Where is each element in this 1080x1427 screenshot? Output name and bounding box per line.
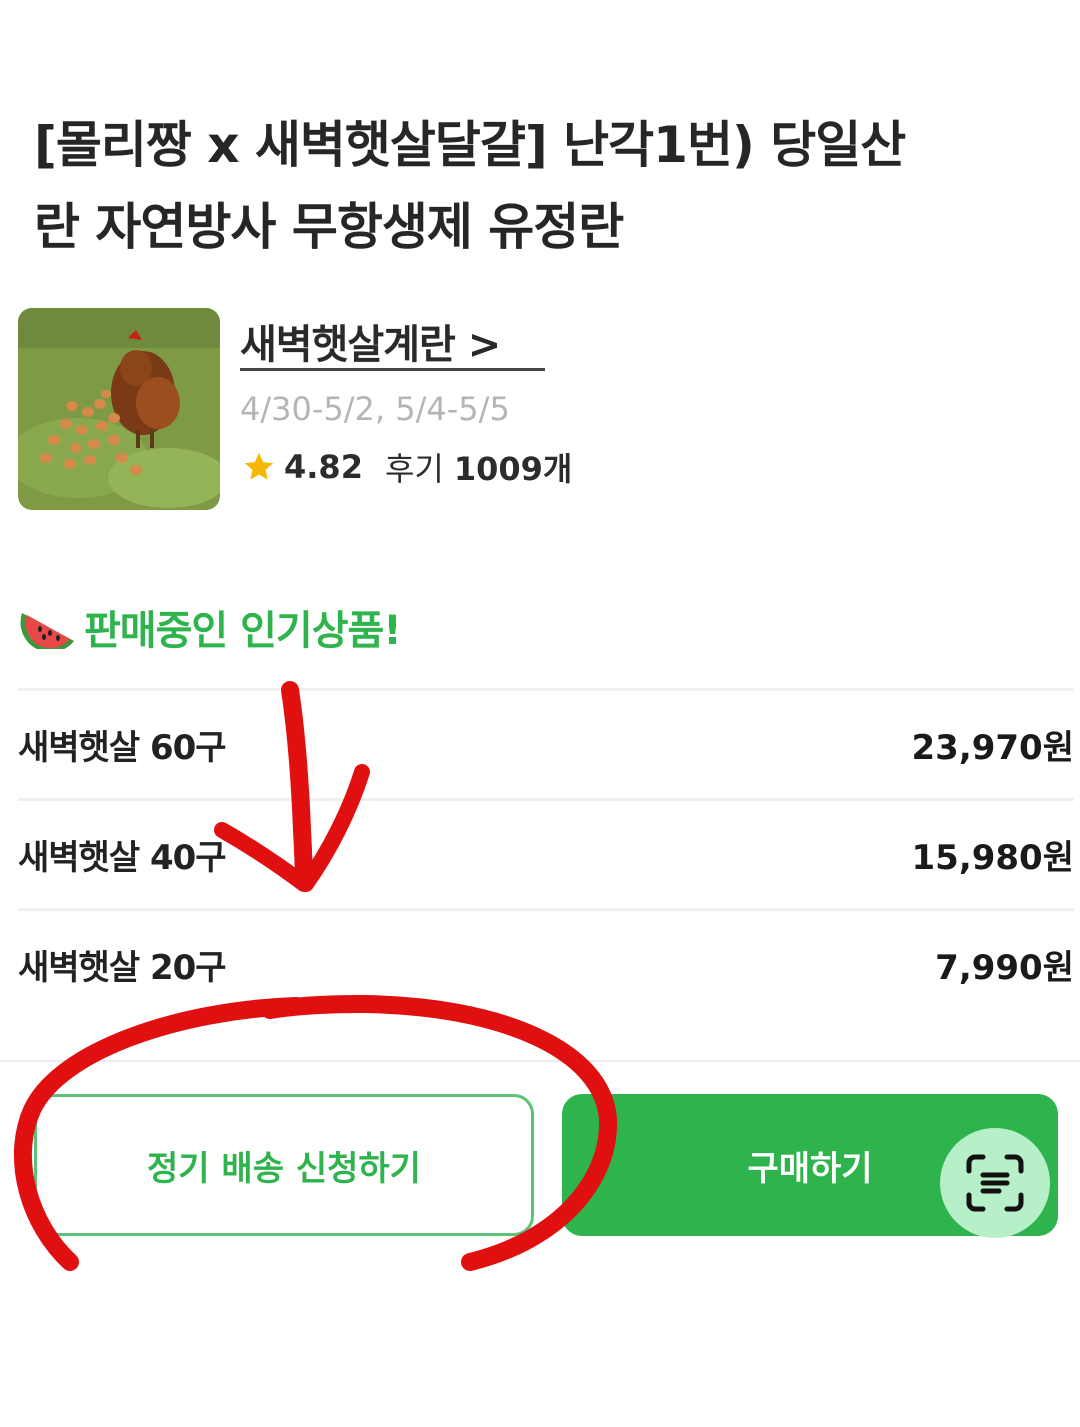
bottom-bar-divider xyxy=(0,1060,1080,1062)
product-name: 새벽햇살 20구 xyxy=(18,948,227,988)
blank-area xyxy=(0,1270,1080,1427)
product-name: 새벽햇살 60구 xyxy=(18,728,227,768)
delivery-dates: 4/30-5/2, 5/4-5/5 xyxy=(240,390,510,428)
store-link[interactable]: 새벽햇살계란 > xyxy=(240,312,501,370)
product-price: 15,980원 xyxy=(911,838,1074,878)
product-title-line1: [몰리짱 x 새벽햇살달걀] 난각1번) 당일산 xyxy=(34,116,906,174)
popular-section-title: 판매중인 인기상품! xyxy=(20,598,402,656)
text-scan-icon xyxy=(966,1154,1024,1212)
product-price: 7,990원 xyxy=(935,948,1074,988)
product-title: [몰리짱 x 새벽햇살달걀] 난각1번) 당일산 란 자연방사 무항생제 유정란 xyxy=(34,104,1044,268)
watermelon-icon xyxy=(20,613,74,649)
rating-score: 4.82 xyxy=(284,448,363,486)
product-row[interactable]: 새벽햇살 20구 7,990원 xyxy=(18,908,1074,1018)
product-row[interactable]: 새벽햇살 60구 23,970원 xyxy=(18,688,1074,798)
product-price: 23,970원 xyxy=(911,728,1074,768)
store-thumbnail[interactable] xyxy=(18,308,220,510)
star-icon xyxy=(244,452,274,480)
popular-product-list: 새벽햇살 60구 23,970원 새벽햇살 40구 15,980원 새벽햇살 2… xyxy=(18,688,1074,1018)
subscribe-delivery-button[interactable]: 정기 배송 신청하기 xyxy=(34,1094,534,1236)
popular-section-label: 판매중인 인기상품! xyxy=(84,608,402,654)
product-row[interactable]: 새벽햇살 40구 15,980원 xyxy=(18,798,1074,908)
rating-row[interactable]: 4.82 후기 1009개 xyxy=(242,444,572,490)
chicken-photo xyxy=(18,308,220,510)
product-title-line2: 란 자연방사 무항생제 유정란 xyxy=(34,198,624,256)
product-name: 새벽햇살 40구 xyxy=(18,838,227,878)
store-link-underline xyxy=(240,368,545,371)
review-label: 후기 xyxy=(384,450,444,488)
review-count: 1009개 xyxy=(453,450,573,488)
text-scan-button[interactable] xyxy=(940,1128,1050,1238)
